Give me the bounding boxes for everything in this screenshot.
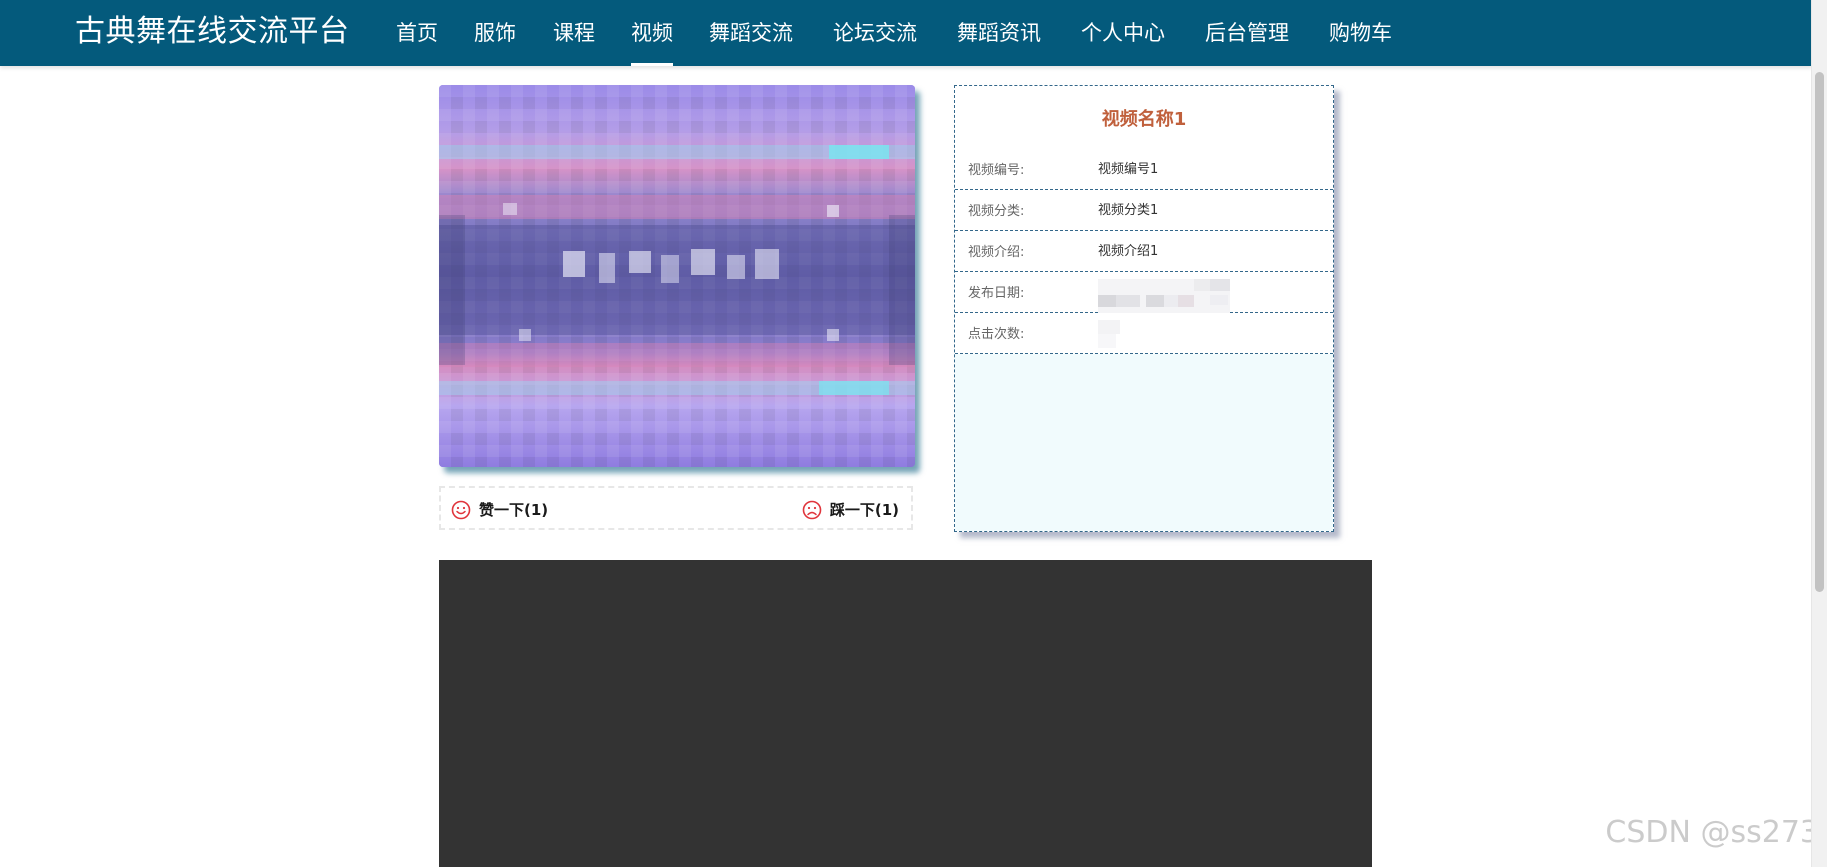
nav-item-dance-exchange[interactable]: 舞蹈交流 [709,0,793,66]
like-button[interactable]: 赞一下(1) [451,499,548,520]
nav-item-dance-news[interactable]: 舞蹈资讯 [957,0,1041,66]
video-cover-image [439,85,915,467]
nav-item-course[interactable]: 课程 [553,0,595,66]
nav-item-home[interactable]: 首页 [396,0,438,66]
detail-row-video-intro: 视频介绍: 视频介绍1 [955,232,1333,272]
detail-value: 视频介绍1 [1098,244,1159,259]
video-details-panel: 视频名称1 视频编号: 视频编号1 视频分类: 视频分类1 视频介绍: 视频介绍… [954,85,1334,532]
details-panel-blank-area [955,354,1333,531]
like-label: 赞一下(1) [479,501,549,519]
detail-label: 点击次数: [968,327,1025,342]
redacted-count [1098,320,1120,348]
top-navigation-bar: 古典舞在线交流平台 首页 服饰 课程 视频 舞蹈交流 论坛交流 舞蹈资讯 个人中… [0,0,1812,66]
scrollbar[interactable] [1811,0,1827,867]
site-title[interactable]: 古典舞在线交流平台 [75,12,350,52]
detail-row-click-count: 点击次数: [955,314,1333,354]
pixelated-cover-art [439,85,915,467]
watermark: CSDN @ss273 [1605,815,1819,850]
dislike-label: 踩一下(1) [829,501,899,519]
dislike-button[interactable]: 踩一下(1) [802,499,899,520]
scrollbar-thumb[interactable] [1815,72,1824,592]
detail-value: 视频分类1 [1098,203,1159,218]
video-title: 视频名称1 [1101,109,1187,130]
detail-row-publish-date: 发布日期: [955,273,1333,313]
nav-item-personal-center[interactable]: 个人中心 [1081,0,1165,66]
nav-item-costume[interactable]: 服饰 [474,0,516,66]
main-navigation: 首页 服饰 课程 视频 舞蹈交流 论坛交流 舞蹈资讯 个人中心 后台管理 购物车 [396,0,1392,66]
vote-bar: 赞一下(1) 踩一下(1) [439,486,913,530]
detail-label: 视频分类: [968,204,1025,219]
detail-label: 视频介绍: [968,245,1025,260]
video-player[interactable] [439,560,1372,867]
detail-row-video-category: 视频分类: 视频分类1 [955,191,1333,231]
page: 古典舞在线交流平台 首页 服饰 课程 视频 舞蹈交流 论坛交流 舞蹈资讯 个人中… [0,0,1827,867]
detail-label: 发布日期: [968,286,1025,301]
sad-face-icon [802,500,822,520]
detail-label: 视频编号: [968,163,1025,178]
redacted-date [1098,279,1230,313]
detail-row-video-number: 视频编号: 视频编号1 [955,150,1333,190]
nav-item-forum[interactable]: 论坛交流 [833,0,917,66]
detail-value: 视频编号1 [1098,162,1159,177]
nav-item-video[interactable]: 视频 [631,0,673,66]
nav-item-admin[interactable]: 后台管理 [1205,0,1289,66]
nav-item-cart[interactable]: 购物车 [1329,0,1392,66]
smile-face-icon [451,500,471,520]
